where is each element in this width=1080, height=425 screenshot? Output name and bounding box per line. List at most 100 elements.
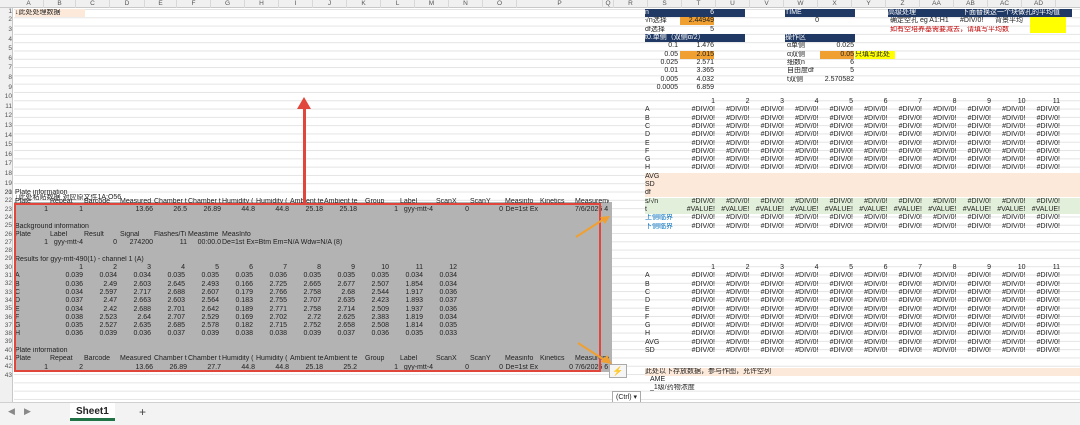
column-header[interactable]: E: [145, 0, 177, 8]
column-header[interactable]: AB: [954, 0, 988, 8]
row-header[interactable]: 37: [0, 322, 13, 330]
matrix2-col-header: 2: [745, 264, 750, 271]
tab-sheet1[interactable]: Sheet1: [70, 403, 115, 421]
row-header[interactable]: 4: [0, 36, 13, 44]
row-header[interactable]: 11: [0, 103, 13, 111]
row-header[interactable]: 6: [0, 55, 13, 63]
row-header[interactable]: 43: [0, 372, 13, 380]
row-header[interactable]: 40: [0, 347, 13, 355]
tab-next-icon[interactable]: ▶: [24, 406, 31, 417]
column-header[interactable]: Q: [603, 0, 614, 8]
column-header[interactable]: A: [14, 0, 44, 8]
row-header[interactable]: 26: [0, 231, 13, 239]
matrix2-cell: #DIV/0!: [1002, 330, 1026, 338]
row-header[interactable]: 23: [0, 206, 13, 214]
column-header[interactable]: C: [76, 0, 110, 8]
row-header[interactable]: 42: [0, 363, 13, 371]
column-header[interactable]: AC: [988, 0, 1022, 8]
column-header[interactable]: X: [818, 0, 852, 8]
matrix-cell: #DIV/0!: [691, 122, 715, 130]
row-header[interactable]: 2: [0, 16, 13, 24]
row-header[interactable]: 1: [0, 8, 13, 16]
column-header[interactable]: P: [517, 0, 603, 8]
row-header[interactable]: 17: [0, 160, 13, 168]
column-header[interactable]: H: [245, 0, 279, 8]
column-header[interactable]: S: [648, 0, 682, 8]
column-header[interactable]: B: [44, 0, 76, 8]
row-header[interactable]: 19: [0, 180, 13, 188]
row-header[interactable]: 16: [0, 151, 13, 159]
row-header[interactable]: 38: [0, 330, 13, 338]
row-header[interactable]: 14: [0, 132, 13, 140]
row-header[interactable]: 5: [0, 45, 13, 53]
column-header[interactable]: Z: [886, 0, 920, 8]
row-header[interactable]: 33: [0, 289, 13, 297]
matrix2-cell: #DIV/0!: [933, 330, 957, 338]
row-header[interactable]: 18: [0, 170, 13, 178]
column-header[interactable]: G: [211, 0, 245, 8]
column-header[interactable]: L: [381, 0, 415, 8]
column-header[interactable]: Y: [852, 0, 886, 8]
row-header[interactable]: 41: [0, 355, 13, 363]
row-header[interactable]: 24: [0, 214, 13, 222]
column-header[interactable]: AA: [920, 0, 954, 8]
row-header[interactable]: 29: [0, 255, 13, 263]
row-header[interactable]: 22: [0, 197, 13, 205]
row-header[interactable]: 15: [0, 141, 13, 149]
row-header[interactable]: 25: [0, 222, 13, 230]
column-header[interactable]: J: [313, 0, 347, 8]
matrix2-col-header: 7: [918, 264, 922, 271]
lightning-icon[interactable]: ⚡: [609, 364, 627, 378]
stat-cell: #DIV/0!: [795, 197, 819, 205]
row-header[interactable]: 27: [0, 239, 13, 247]
column-header[interactable]: V: [750, 0, 784, 8]
add-sheet-button[interactable]: +: [139, 405, 146, 419]
row-header[interactable]: 13: [0, 122, 13, 130]
row-header[interactable]: 31: [0, 272, 13, 280]
op-value: 2.570582: [824, 75, 854, 83]
row-header[interactable]: 35: [0, 305, 13, 313]
spreadsheet-grid[interactable]: A B C D E F G H I J K L M N O P Q R S T U V W X Y Z AA AB AC AD 12345…: [0, 0, 1080, 402]
row-header[interactable]: 32: [0, 280, 13, 288]
stat-cell: #DIV/0!: [1002, 214, 1026, 222]
tab-prev-icon[interactable]: ◀: [8, 406, 15, 417]
column-header[interactable]: K: [347, 0, 381, 8]
row-header[interactable]: 12: [0, 112, 13, 120]
column-header[interactable]: N: [449, 0, 483, 8]
background-mean-input[interactable]: [1030, 17, 1066, 34]
matrix2-cell: #DIV/0!: [1002, 272, 1026, 280]
stat-cell: #DIV/0!: [760, 197, 784, 205]
row-header[interactable]: 7: [0, 64, 13, 72]
matrix2-row-label: B: [645, 280, 650, 288]
matrix-cell: #DIV/0!: [829, 147, 853, 155]
row-header[interactable]: 21: [0, 189, 13, 197]
matrix2-cell: #DIV/0!: [967, 272, 991, 280]
matrix2-cell: #DIV/0!: [864, 288, 888, 296]
row-header[interactable]: 30: [0, 264, 13, 272]
row-header[interactable]: 3: [0, 26, 13, 34]
row-header[interactable]: 9: [0, 84, 13, 92]
row-header[interactable]: 39: [0, 338, 13, 346]
row-header[interactable]: 34: [0, 297, 13, 305]
column-header[interactable]: W: [784, 0, 818, 8]
matrix2-cell: #DIV/0!: [1002, 288, 1026, 296]
row-header[interactable]: 10: [0, 93, 13, 101]
column-header[interactable]: F: [177, 0, 211, 8]
row-header[interactable]: 36: [0, 314, 13, 322]
row-header[interactable]: 28: [0, 247, 13, 255]
column-header[interactable]: AD: [1022, 0, 1056, 8]
matrix2-row-label: A: [645, 272, 650, 280]
matrix-cell: #DIV/0!: [967, 156, 991, 164]
column-header[interactable]: T: [682, 0, 716, 8]
column-header[interactable]: O: [483, 0, 517, 8]
column-header[interactable]: M: [415, 0, 449, 8]
ame-label: AME: [650, 375, 666, 383]
row-header[interactable]: 8: [0, 74, 13, 82]
column-header[interactable]: I: [279, 0, 313, 8]
column-header[interactable]: R: [614, 0, 648, 8]
red-arrow-head: [297, 97, 311, 109]
matrix-cell: #DIV/0!: [760, 114, 784, 122]
matrix-cell: #DIV/0!: [864, 106, 888, 114]
column-header[interactable]: D: [110, 0, 145, 8]
column-header[interactable]: U: [716, 0, 750, 8]
